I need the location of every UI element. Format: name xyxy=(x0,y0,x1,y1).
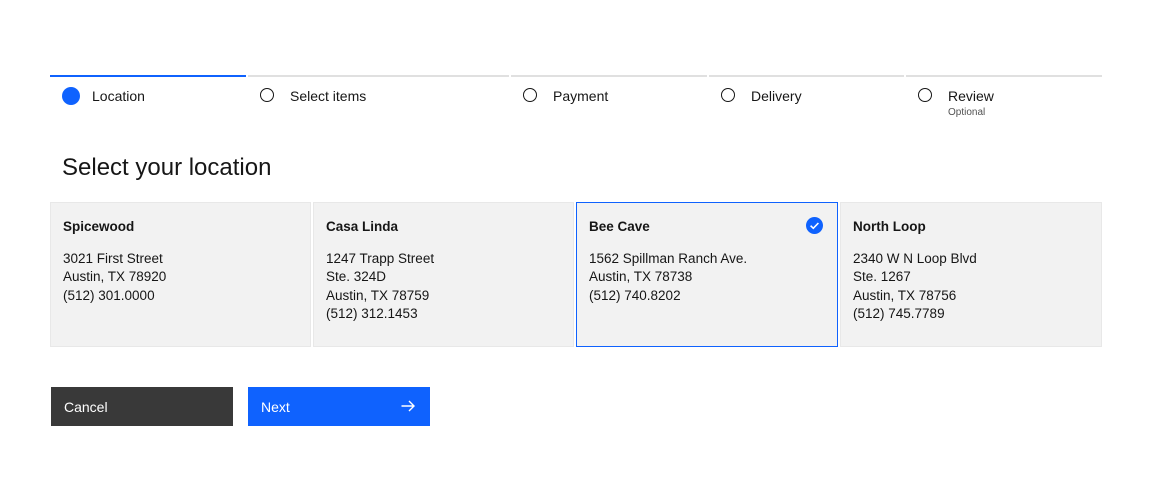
step-track xyxy=(50,75,246,77)
tile-address: 1247 Trapp Street Ste. 324D Austin, TX 7… xyxy=(326,250,434,323)
tile-line: Ste. 324D xyxy=(326,269,387,285)
step-incomplete-icon xyxy=(260,88,274,102)
location-tiles: Spicewood 3021 First Street Austin, TX 7… xyxy=(50,202,1102,347)
cancel-button-label: Cancel xyxy=(64,398,108,415)
step-label: Select items xyxy=(290,88,367,104)
location-tile-casa-linda[interactable]: Casa Linda 1247 Trapp Street Ste. 324D A… xyxy=(313,202,574,347)
step-review[interactable]: Review Optional xyxy=(906,75,1102,125)
step-location[interactable]: Location xyxy=(50,75,246,125)
tile-line: Austin, TX 78738 xyxy=(589,269,693,285)
tile-line: Austin, TX 78920 xyxy=(63,269,167,285)
step-delivery[interactable]: Delivery xyxy=(709,75,904,125)
step-incomplete-icon xyxy=(721,88,735,102)
tile-line: Ste. 1267 xyxy=(853,269,911,285)
step-track xyxy=(511,75,707,77)
step-label: Location xyxy=(92,88,145,104)
step-label: Delivery xyxy=(751,88,802,104)
checkmark-filled-icon xyxy=(806,217,823,234)
step-incomplete-icon xyxy=(918,88,932,102)
tile-line: (512) 745.7789 xyxy=(853,305,945,321)
tile-line: Austin, TX 78759 xyxy=(326,287,430,303)
page-title: Select your location xyxy=(62,154,272,181)
location-tile-bee-cave[interactable]: Bee Cave 1562 Spillman Ranch Ave. Austin… xyxy=(576,202,838,347)
step-track xyxy=(906,75,1102,77)
tile-line: (512) 740.8202 xyxy=(589,287,681,303)
step-label: Review xyxy=(948,88,994,104)
next-button-label: Next xyxy=(261,398,290,415)
tile-name: Casa Linda xyxy=(326,219,399,234)
step-payment[interactable]: Payment xyxy=(511,75,707,125)
tile-name: Spicewood xyxy=(63,219,135,234)
cancel-button[interactable]: Cancel xyxy=(51,387,233,426)
step-current-icon xyxy=(62,87,80,105)
progress-indicator: Location Select items Payment Delivery R… xyxy=(50,75,1102,125)
tile-address: 1562 Spillman Ranch Ave. Austin, TX 7873… xyxy=(589,250,747,305)
step-incomplete-icon xyxy=(523,88,537,102)
tile-line: 1562 Spillman Ranch Ave. xyxy=(589,251,748,266)
location-tile-spicewood[interactable]: Spicewood 3021 First Street Austin, TX 7… xyxy=(50,202,311,347)
step-select-items[interactable]: Select items xyxy=(248,75,509,125)
step-track xyxy=(248,75,509,77)
arrow-right-icon xyxy=(400,398,416,417)
tile-line: (512) 312.1453 xyxy=(326,305,418,321)
tile-name: Bee Cave xyxy=(589,219,650,234)
tile-line: 3021 First Street xyxy=(63,251,163,266)
tile-address: 2340 W N Loop Blvd Ste. 1267 Austin, TX … xyxy=(853,250,977,323)
tile-line: 2340 W N Loop Blvd xyxy=(853,251,977,266)
tile-line: Austin, TX 78756 xyxy=(853,287,957,303)
tile-name: North Loop xyxy=(853,219,926,234)
step-label: Payment xyxy=(553,88,609,104)
next-button[interactable]: Next xyxy=(248,387,430,426)
step-track xyxy=(709,75,904,77)
tile-line: 1247 Trapp Street xyxy=(326,251,435,266)
tile-address: 3021 First Street Austin, TX 78920 (512)… xyxy=(63,250,166,305)
step-optional-label: Optional xyxy=(948,107,986,118)
location-tile-north-loop[interactable]: North Loop 2340 W N Loop Blvd Ste. 1267 … xyxy=(840,202,1102,347)
tile-line: (512) 301.0000 xyxy=(63,287,155,303)
